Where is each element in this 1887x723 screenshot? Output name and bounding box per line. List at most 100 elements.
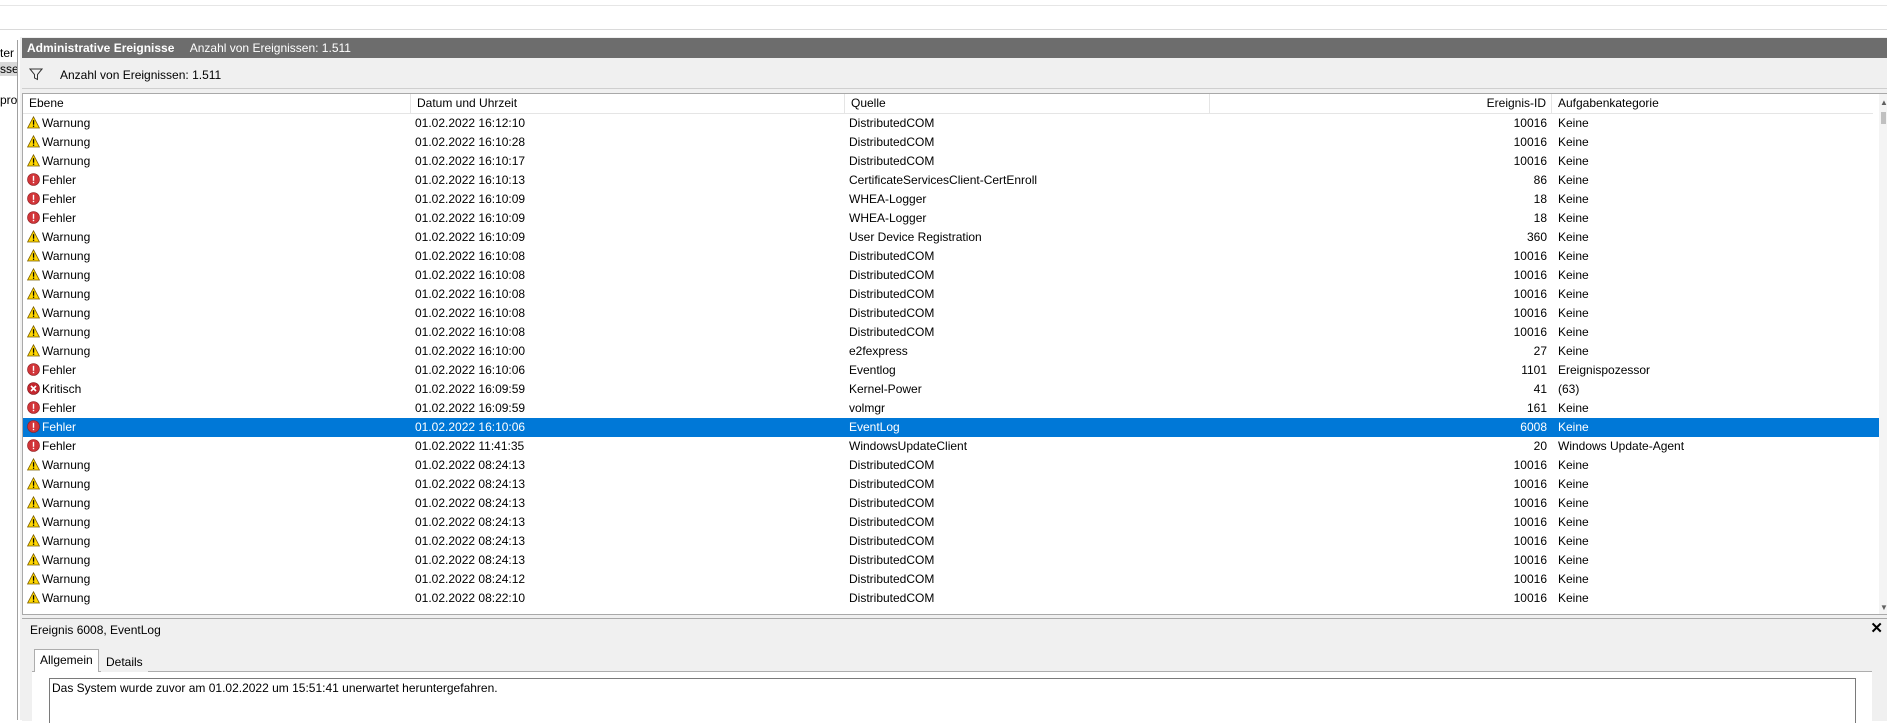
warning-icon — [27, 305, 41, 323]
cell-date: 01.02.2022 16:10:09 — [415, 230, 526, 244]
warning-icon — [27, 552, 41, 570]
scrollbar-thumb[interactable] — [1881, 112, 1886, 124]
table-row[interactable]: Warnung 01.02.2022 16:10:08 DistributedCOM… — [23, 247, 1880, 266]
cell-source: WindowsUpdateClient — [849, 439, 968, 453]
level-label: Warnung — [42, 344, 91, 358]
table-header: Ebene Datum und Uhrzeit Quelle Ereignis-… — [23, 94, 1873, 114]
table-row[interactable]: Warnung 01.02.2022 16:10:00 e2fexpress 27 Ke… — [23, 342, 1880, 361]
event-table[interactable]: Ebene Datum und Uhrzeit Quelle Ereignis-… — [22, 93, 1887, 615]
close-icon[interactable]: ✕ — [1870, 620, 1883, 638]
cell-category: Keine — [1558, 591, 1589, 605]
cell-category: Keine — [1558, 496, 1589, 510]
table-row[interactable]: Warnung 01.02.2022 16:10:28 DistributedCOM… — [23, 133, 1880, 152]
cell-category: Keine — [1558, 534, 1589, 548]
cell-category: Keine — [1558, 192, 1589, 206]
window-top-bar — [0, 0, 1887, 30]
table-row[interactable]: Fehler 01.02.2022 16:10:06 Eventlog 1101 Ere… — [23, 361, 1880, 380]
table-row[interactable]: Fehler 01.02.2022 11:41:35 WindowsUpdateCl… — [23, 437, 1880, 456]
cell-category: Keine — [1558, 325, 1589, 339]
tab-general[interactable]: Allgemein — [34, 649, 99, 672]
cell-date: 01.02.2022 16:10:08 — [415, 287, 526, 301]
table-row[interactable]: Warnung 01.02.2022 16:10:08 DistributedCOM… — [23, 266, 1880, 285]
cell-source: WHEA-Logger — [849, 192, 927, 206]
cell-source: DistributedCOM — [849, 306, 935, 320]
column-header-date[interactable]: Datum und Uhrzeit — [411, 94, 845, 113]
event-detail-pane: Ereignis 6008, EventLog ✕ Das System wur… — [22, 618, 1887, 723]
tab-details[interactable]: Details — [101, 652, 148, 672]
cell-level: Fehler — [27, 361, 407, 380]
level-label: Warnung — [42, 230, 91, 244]
cell-event-id: 20 — [1533, 439, 1547, 453]
table-row[interactable]: Warnung 01.02.2022 08:24:13 DistributedCOM… — [23, 475, 1880, 494]
table-row[interactable]: Warnung 01.02.2022 16:10:08 DistributedCOM… — [23, 323, 1880, 342]
error-icon — [27, 363, 40, 380]
cell-event-id: 86 — [1533, 173, 1547, 187]
table-row[interactable]: Warnung 01.02.2022 08:22:10 DistributedCOM… — [23, 589, 1880, 608]
level-label: Warnung — [42, 553, 91, 567]
cell-date: 01.02.2022 08:24:12 — [415, 572, 526, 586]
console-tree-pane[interactable]: ter sse pro — [0, 40, 18, 720]
table-row[interactable]: Warnung 01.02.2022 16:10:09 User Device Re… — [23, 228, 1880, 247]
cell-date: 01.02.2022 16:10:06 — [415, 420, 526, 434]
column-header-category[interactable]: Aufgabenkategorie — [1552, 94, 1873, 113]
cell-level: Warnung — [27, 342, 407, 361]
cell-level: Kritisch — [27, 380, 407, 399]
cell-date: 01.02.2022 08:24:13 — [415, 515, 526, 529]
table-row[interactable]: Fehler 01.02.2022 16:10:13 CertificateServ… — [23, 171, 1880, 190]
column-header-event-id[interactable]: Ereignis-ID — [1210, 94, 1552, 113]
table-row[interactable]: Fehler 01.02.2022 16:10:09 WHEA-Logger 18 Ke… — [23, 190, 1880, 209]
table-row[interactable]: Warnung 01.02.2022 16:10:17 DistributedCOM… — [23, 152, 1880, 171]
filter-icon[interactable] — [29, 68, 43, 81]
table-row[interactable]: Warnung 01.02.2022 08:24:13 DistributedCOM… — [23, 494, 1880, 513]
level-label: Fehler — [42, 192, 77, 206]
cell-event-id: 10016 — [1513, 477, 1547, 491]
level-label: Warnung — [42, 268, 91, 282]
cell-event-id: 10016 — [1513, 534, 1547, 548]
event-message-box[interactable]: Das System wurde zuvor am 01.02.2022 um … — [49, 678, 1856, 723]
level-label: Fehler — [42, 420, 77, 434]
column-header-level[interactable]: Ebene — [23, 94, 411, 113]
panel-header: Administrative Ereignisse Anzahl von Ere… — [22, 38, 1887, 58]
vertical-scrollbar[interactable]: ▲ ▼ — [1879, 94, 1887, 614]
cell-source: e2fexpress — [849, 344, 908, 358]
cell-category: Keine — [1558, 135, 1589, 149]
cell-category: Keine — [1558, 268, 1589, 282]
cell-level: Warnung — [27, 323, 407, 342]
table-row[interactable]: Warnung 01.02.2022 16:12:10 DistributedCOM… — [23, 114, 1880, 133]
cell-date: 01.02.2022 08:24:13 — [415, 477, 526, 491]
cell-category: Keine — [1558, 515, 1589, 529]
table-row[interactable]: Fehler 01.02.2022 16:10:09 WHEA-Logger 18 Ke… — [23, 209, 1880, 228]
cell-category: Keine — [1558, 211, 1589, 225]
error-icon — [27, 439, 40, 456]
table-row-selected[interactable]: Fehler 01.02.2022 16:10:06 EventLog 6008 Kei… — [23, 418, 1880, 437]
cell-category: Keine — [1558, 401, 1589, 415]
cell-category: Keine — [1558, 173, 1589, 187]
table-row[interactable]: Warnung 01.02.2022 16:10:08 DistributedCOM… — [23, 304, 1880, 323]
cell-event-id: 18 — [1533, 192, 1547, 206]
table-row[interactable]: Fehler 01.02.2022 16:09:59 volmgr 161 Keine — [23, 399, 1880, 418]
panel-event-count: Anzahl von Ereignissen: 1.511 — [189, 41, 351, 55]
cell-category: Keine — [1558, 553, 1589, 567]
table-row[interactable]: Warnung 01.02.2022 16:10:08 DistributedCOM… — [23, 285, 1880, 304]
table-row[interactable]: Warnung 01.02.2022 08:24:13 DistributedCOM… — [23, 456, 1880, 475]
cell-event-id: 10016 — [1513, 325, 1547, 339]
tree-item-fragment[interactable]: pro — [0, 93, 17, 107]
table-row[interactable]: Warnung 01.02.2022 08:24:13 DistributedCOM… — [23, 532, 1880, 551]
table-row[interactable]: Warnung 01.02.2022 08:24:13 DistributedCOM… — [23, 513, 1880, 532]
table-row[interactable]: Warnung 01.02.2022 08:24:13 DistributedCOM… — [23, 551, 1880, 570]
cell-source: Eventlog — [849, 363, 896, 377]
tree-item-fragment[interactable]: ter — [0, 46, 14, 60]
warning-icon — [27, 533, 41, 551]
scroll-down-icon[interactable]: ▼ — [1880, 603, 1887, 612]
cell-level: Warnung — [27, 532, 407, 551]
level-label: Warnung — [42, 287, 91, 301]
table-row[interactable]: Warnung 01.02.2022 08:24:12 DistributedCOM… — [23, 570, 1880, 589]
scroll-up-icon[interactable]: ▲ — [1880, 98, 1887, 107]
tree-item-fragment-selected[interactable]: sse — [0, 62, 17, 76]
column-header-source[interactable]: Quelle — [845, 94, 1210, 113]
cell-source: Kernel-Power — [849, 382, 922, 396]
cell-category: Keine — [1558, 477, 1589, 491]
cell-event-id: 1101 — [1521, 363, 1547, 377]
table-row[interactable]: Kritisch 01.02.2022 16:09:59 Kernel-Power 4… — [23, 380, 1880, 399]
warning-icon — [27, 115, 41, 133]
